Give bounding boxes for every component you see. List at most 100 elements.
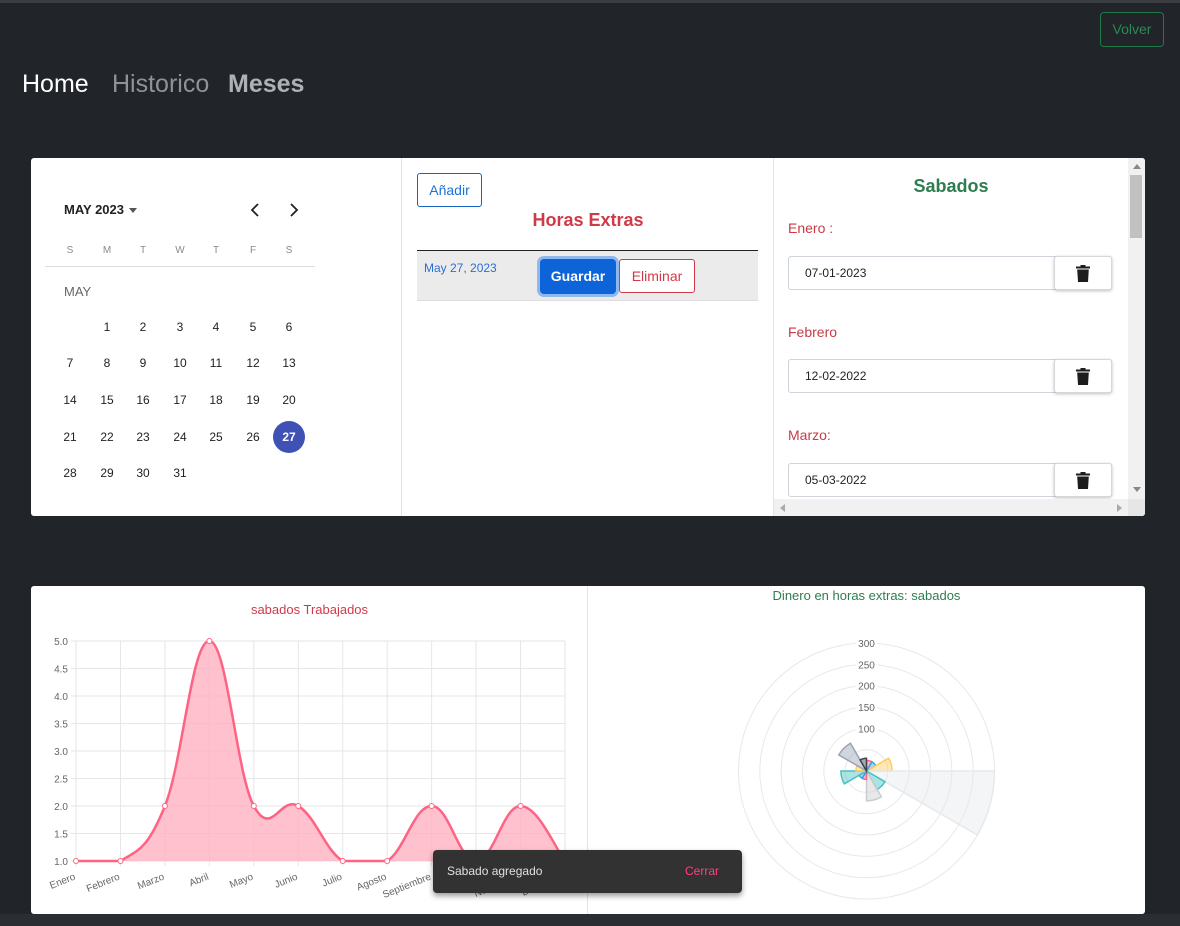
polar-slice <box>837 742 869 774</box>
calendar-day[interactable]: 20 <box>273 384 305 416</box>
data-point <box>206 638 213 644</box>
date-field-enero[interactable]: 07-01-2023 <box>788 256 1112 290</box>
vertical-scrollbar[interactable] <box>1128 158 1145 499</box>
x-tick-label: Julio <box>321 871 345 889</box>
delete-button[interactable] <box>1054 359 1112 393</box>
data-point <box>117 858 124 864</box>
calendar-day[interactable]: 21 <box>54 421 86 453</box>
calendar-day[interactable]: 8 <box>91 347 123 379</box>
calendar-period-button[interactable]: MAY 2023 <box>64 202 137 217</box>
calendar-day[interactable]: 31 <box>164 457 196 489</box>
scroll-right-arrow-icon[interactable] <box>1117 504 1122 512</box>
calendar-day[interactable]: 2 <box>127 311 159 343</box>
data-point <box>339 858 346 864</box>
delete-button[interactable] <box>1054 256 1112 290</box>
calendar-day[interactable]: 18 <box>200 384 232 416</box>
weekday-label: T <box>212 245 220 256</box>
calendar-day[interactable]: 1 <box>91 311 123 343</box>
trash-icon <box>1076 472 1090 489</box>
chevron-right-icon <box>290 203 299 217</box>
y-tick-label: 4.0 <box>54 692 68 703</box>
calendar-day[interactable]: 16 <box>127 384 159 416</box>
horas-extras-panel: Añadir Horas Extras May 27, 2023 Guardar… <box>402 158 774 516</box>
weekday-label: T <box>139 245 147 256</box>
calendar-day[interactable]: 17 <box>164 384 196 416</box>
trash-icon <box>1076 368 1090 385</box>
calendar-day[interactable]: 4 <box>200 311 232 343</box>
calendar-day[interactable]: 9 <box>127 347 159 379</box>
calendar-day[interactable]: 7 <box>54 347 86 379</box>
r-tick-label: 250 <box>858 660 875 671</box>
data-point <box>517 803 524 809</box>
scrollbar-corner <box>1128 499 1145 516</box>
chevron-left-icon <box>250 203 259 217</box>
month-label-marzo: Marzo: <box>788 427 831 443</box>
calendar-day-selected[interactable]: 27 <box>273 421 305 453</box>
weekday-label: W <box>175 245 185 256</box>
y-tick-label: 1.5 <box>54 830 68 841</box>
calendar-day[interactable]: 13 <box>273 347 305 379</box>
r-tick-label: 100 <box>858 724 875 735</box>
calendar-divider <box>45 266 315 267</box>
data-point <box>250 803 257 809</box>
calendar-day[interactable]: 23 <box>127 421 159 453</box>
horizontal-scrollbar[interactable] <box>774 499 1128 516</box>
r-tick-label: 300 <box>858 639 875 650</box>
x-tick-label: Mayo <box>228 871 255 891</box>
row-date: May 27, 2023 <box>424 261 497 275</box>
calendar-day[interactable]: 15 <box>91 384 123 416</box>
x-tick-label: Junio <box>273 871 300 890</box>
snackbar-close-button[interactable]: Cerrar <box>685 864 719 878</box>
scroll-thumb[interactable] <box>1130 175 1142 238</box>
table-row: May 27, 2023 Guardar Eliminar <box>417 251 758 301</box>
calendar-day[interactable]: 19 <box>237 384 269 416</box>
weekday-label: S <box>285 245 293 256</box>
previous-month-button[interactable] <box>246 200 266 220</box>
calendar-day[interactable]: 10 <box>164 347 196 379</box>
calendar-day[interactable]: 11 <box>200 347 232 379</box>
scroll-up-arrow-icon[interactable] <box>1133 164 1141 169</box>
y-tick-label: 4.5 <box>54 665 68 676</box>
scroll-left-arrow-icon[interactable] <box>780 504 785 512</box>
nav-home[interactable]: Home <box>22 70 89 99</box>
nav-meses[interactable]: Meses <box>228 70 304 99</box>
date-field-febrero[interactable]: 12-02-2022 <box>788 359 1112 393</box>
calendar-day[interactable]: 30 <box>127 457 159 489</box>
volver-button[interactable]: Volver <box>1100 12 1164 47</box>
guardar-button[interactable]: Guardar <box>540 259 616 294</box>
calendar-day[interactable]: 26 <box>237 421 269 453</box>
weekday-label: S <box>66 245 74 256</box>
x-tick-label: Septiembre <box>381 871 433 901</box>
window-bottom-bar <box>0 914 1180 926</box>
data-point <box>428 803 435 809</box>
calendar-day[interactable]: 24 <box>164 421 196 453</box>
next-month-button[interactable] <box>283 200 303 220</box>
y-tick-label: 2.5 <box>54 775 68 786</box>
trash-icon <box>1076 265 1090 282</box>
y-tick-label: 1.0 <box>54 857 68 868</box>
y-tick-label: 5.0 <box>54 637 68 648</box>
eliminar-button[interactable]: Eliminar <box>619 259 695 293</box>
calendar-day[interactable]: 3 <box>164 311 196 343</box>
y-tick-label: 2.0 <box>54 802 68 813</box>
calendar-day[interactable]: 14 <box>54 384 86 416</box>
calendar-day[interactable]: 28 <box>54 457 86 489</box>
scroll-down-arrow-icon[interactable] <box>1133 487 1141 492</box>
calendar-day[interactable]: 12 <box>237 347 269 379</box>
anadir-button[interactable]: Añadir <box>417 173 482 207</box>
top-card: MAY 2023 SMTWTFS MAY 1 2 3 4 5 6 7 8 9 10 11 12 13 14… <box>31 158 1145 516</box>
calendar-day[interactable]: 6 <box>273 311 305 343</box>
data-point <box>295 803 302 809</box>
snackbar-message: Sabado agregado <box>447 864 543 878</box>
snackbar: Sabado agregado Cerrar <box>433 850 742 893</box>
delete-button[interactable] <box>1054 463 1112 497</box>
calendar-day[interactable]: 25 <box>200 421 232 453</box>
calendar-day[interactable]: 22 <box>91 421 123 453</box>
nav-historico[interactable]: Historico <box>112 70 209 99</box>
data-point <box>73 858 79 864</box>
date-field-marzo[interactable]: 05-03-2022 <box>788 463 1112 497</box>
x-tick-label: Abril <box>188 872 211 890</box>
polar-slice <box>863 770 996 837</box>
calendar-day[interactable]: 29 <box>91 457 123 489</box>
calendar-day[interactable]: 5 <box>237 311 269 343</box>
